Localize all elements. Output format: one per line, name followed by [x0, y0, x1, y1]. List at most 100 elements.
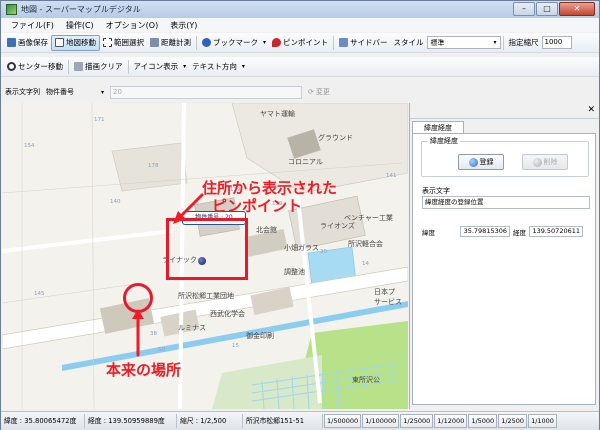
- annotation-bottom: 本来の場所: [106, 361, 182, 379]
- title-bar[interactable]: 地図 - スーパーマップルデジタル – □ ✕: [1, 1, 599, 18]
- chevron-down-icon: ▾: [263, 39, 267, 46]
- scale-input[interactable]: 1000: [541, 36, 572, 49]
- center-move-label: センター移動: [18, 62, 63, 71]
- menu-option[interactable]: オプション(O): [106, 20, 159, 31]
- display-field-value: 物件番号: [46, 88, 74, 96]
- menu-bar: ファイル(F) 操作(C) オプション(O) 表示(Y): [1, 18, 599, 32]
- bookmark-button[interactable]: ブックマーク ▾: [199, 35, 269, 51]
- move-icon: [55, 38, 64, 47]
- display-value-input[interactable]: 20: [110, 85, 302, 99]
- annotation-top-line2: ピンポイント: [212, 197, 303, 215]
- minimize-button[interactable]: –: [513, 2, 535, 16]
- save-image-button[interactable]: 画像保存: [4, 35, 51, 51]
- style-select[interactable]: 標準 ▾: [426, 36, 501, 49]
- lon-label: 経度: [513, 228, 526, 237]
- scale-button-500000[interactable]: 1/500000: [324, 414, 362, 428]
- menu-view[interactable]: 表示(Y): [170, 20, 197, 31]
- scale-label: 指定縮尺: [508, 38, 539, 47]
- select-range-icon: [103, 38, 112, 47]
- bookmark-label: ブックマーク: [213, 38, 258, 47]
- refresh-icon: ⟳: [308, 88, 314, 96]
- toolbar-separator: [127, 59, 129, 74]
- ruler-icon: [150, 38, 159, 47]
- text-direction-label: テキスト方向: [192, 62, 237, 71]
- app-icon: [6, 4, 17, 15]
- globe-icon: [532, 157, 542, 167]
- distance-measure-label: 距離計測: [161, 38, 191, 47]
- pinpoint-label: ピンポイント: [283, 38, 329, 47]
- center-move-button[interactable]: センター移動: [4, 59, 66, 75]
- secondary-toolbar: センター移動 描画クリア アイコン表示 ▾ テキスト方向 ▾: [1, 57, 599, 77]
- toolbar-separator: [196, 35, 197, 50]
- crosshair-icon: [7, 62, 16, 71]
- draw-clear-button[interactable]: 描画クリア: [71, 59, 126, 75]
- bookmark-icon: [202, 38, 211, 47]
- sidebar-button[interactable]: サイドバー: [336, 35, 391, 51]
- status-scale: 縮尺 : 1/2,500: [177, 414, 243, 428]
- display-text-label: 表示文字: [422, 187, 450, 195]
- save-icon: [7, 38, 16, 47]
- text-direction-button[interactable]: テキスト方向 ▾: [189, 59, 248, 75]
- toolbar-separator: [333, 35, 335, 50]
- status-lon: 経度 : 139.50959889度: [85, 414, 177, 428]
- display-text-input[interactable]: 緯度経度の登録位置: [422, 196, 590, 209]
- scale-button-25000[interactable]: 1/25000: [400, 414, 434, 428]
- toolbar-separator: [502, 35, 504, 50]
- lat-value[interactable]: 35.79815306: [460, 226, 510, 237]
- map-move-label: 地図移動: [66, 38, 96, 47]
- panel-body: 緯度経度 登録 削除 表示文字 緯度経度の登録位置 緯度 35.79815306…: [412, 133, 596, 405]
- eraser-icon: [74, 62, 83, 71]
- window-controls: – □ ✕: [513, 2, 595, 16]
- latlon-group: 緯度経度 登録 削除: [421, 136, 589, 177]
- panel-header: ✕: [410, 103, 599, 119]
- menu-operation[interactable]: 操作(C): [66, 20, 94, 31]
- sidebar-icon: [339, 38, 349, 47]
- menu-file[interactable]: ファイル(F): [11, 20, 54, 31]
- register-button[interactable]: 登録: [458, 154, 504, 170]
- lat-label: 緯度: [422, 228, 435, 237]
- map-view[interactable]: ヤマト運輸 グラウンド コロニアル ベンチャー工業 ライオンズ 北会館 小畑ガラ…: [2, 103, 408, 409]
- maximize-button[interactable]: □: [536, 2, 558, 16]
- sidebar-label: サイドバー: [350, 38, 388, 47]
- icon-display-label: アイコン表示: [133, 62, 179, 71]
- map-move-button[interactable]: 地図移動: [51, 34, 100, 51]
- close-button[interactable]: ✕: [559, 2, 595, 16]
- pinpoint-button[interactable]: ピンポイント: [269, 35, 331, 51]
- save-image-label: 画像保存: [18, 38, 48, 47]
- distance-measure-button[interactable]: 距離計測: [147, 35, 194, 51]
- range-select-label: 範囲選択: [114, 38, 144, 47]
- delete-label: 削除: [543, 158, 558, 166]
- display-field-select[interactable]: 物件番号 ▾: [46, 86, 104, 98]
- style-value: 標準: [430, 38, 445, 47]
- range-select-button[interactable]: 範囲選択: [100, 35, 147, 51]
- scale-button-2500[interactable]: 1/2500: [498, 414, 528, 428]
- draw-clear-label: 描画クリア: [85, 62, 123, 71]
- side-panel: ✕ 緯度経度 緯度経度 登録 削除 表示文字 緯度経度の登録位置 緯度 35.7…: [409, 103, 599, 409]
- globe-icon: [468, 157, 478, 167]
- status-address: 所沢市松郷151-51: [243, 414, 323, 428]
- status-lat: 緯度 : 35.80065472度: [1, 414, 85, 428]
- panel-close-icon[interactable]: ✕: [587, 105, 595, 115]
- icon-display-button[interactable]: アイコン表示 ▾: [131, 59, 190, 75]
- lon-value[interactable]: 139.50720611: [529, 226, 583, 237]
- group-title: 緯度経度: [428, 136, 460, 146]
- window-title: 地図 - スーパーマップルデジタル: [21, 5, 141, 14]
- change-label: 変更: [315, 88, 330, 96]
- chevron-down-icon: ▾: [493, 39, 497, 46]
- chevron-down-icon: ▾: [100, 88, 104, 96]
- chevron-down-icon: ▾: [183, 63, 187, 70]
- annotation-arrows: [132, 193, 204, 357]
- register-label: 登録: [479, 158, 494, 166]
- style-label: スタイル: [393, 38, 424, 47]
- delete-button[interactable]: 削除: [522, 154, 568, 170]
- scale-button-1000[interactable]: 1/1000: [528, 414, 557, 428]
- scale-button-100000[interactable]: 1/100000: [362, 414, 400, 428]
- display-string-row: 表示文字列 物件番号 ▾ 20 ⟳ 変更: [1, 83, 599, 101]
- scale-button-5000[interactable]: 1/5000: [468, 414, 498, 428]
- status-bar: 緯度 : 35.80065472度 経度 : 139.50959889度 縮尺 …: [1, 411, 599, 430]
- scale-button-12000[interactable]: 1/12000: [434, 414, 468, 428]
- app-window: 地図 - スーパーマップルデジタル – □ ✕ ファイル(F) 操作(C) オプ…: [0, 0, 600, 430]
- change-button[interactable]: ⟳ 変更: [308, 87, 330, 97]
- main-toolbar: 画像保存 地図移動 範囲選択 距離計測 ブックマーク ▾ ピンポイント サイドバー…: [1, 33, 599, 53]
- toolbar-separator: [68, 59, 69, 74]
